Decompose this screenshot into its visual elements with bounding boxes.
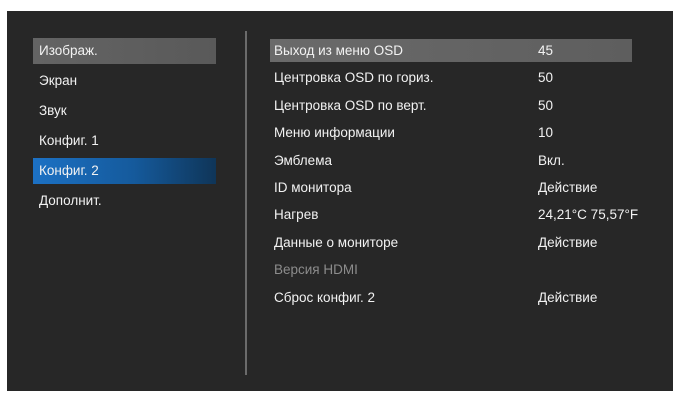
- setting-value: Действие: [538, 289, 598, 305]
- menu-item-label: Конфиг. 1: [39, 133, 99, 148]
- menu-item-audio[interactable]: Звук: [33, 98, 216, 124]
- setting-label: Меню информации: [274, 125, 395, 141]
- setting-value: Действие: [538, 179, 598, 195]
- setting-row-heat-status[interactable]: Нагрев 24,21°C 75,57°F: [270, 203, 638, 226]
- menu-divider: [245, 31, 247, 375]
- setting-value: 45: [538, 43, 554, 58]
- setting-row-logo[interactable]: Эмблема Вкл.: [270, 149, 632, 172]
- setting-value: 50: [538, 97, 554, 113]
- setting-label: Данные о мониторе: [274, 234, 399, 250]
- setting-row-osd-h-position[interactable]: Центровка OSD по гориз. 50: [270, 66, 632, 89]
- menu-item-label: Изображ.: [39, 43, 98, 58]
- menu-item-picture[interactable]: Изображ.: [33, 38, 216, 64]
- setting-value: Вкл.: [538, 152, 565, 168]
- setting-label: Центровка OSD по верт.: [274, 97, 427, 113]
- setting-value: 10: [538, 125, 554, 141]
- setting-label: Выход из меню OSD: [274, 43, 404, 58]
- setting-row-monitor-information[interactable]: Данные о мониторе Действие: [270, 231, 632, 254]
- setting-label: ID монитора: [274, 179, 352, 195]
- setting-value: Действие: [538, 234, 598, 250]
- settings-list: Выход из меню OSD 45 Центровка OSD по го…: [270, 39, 638, 313]
- setting-row-reset-config-2[interactable]: Сброс конфиг. 2 Действие: [270, 286, 632, 309]
- setting-row-osd-turn-off[interactable]: Выход из меню OSD 45: [270, 39, 632, 62]
- setting-label: Версия HDMI: [274, 262, 358, 278]
- osd-menu-panel: Изображ. Экран Звук Конфиг. 1 Конфиг. 2 …: [7, 11, 673, 391]
- menu-item-label: Экран: [39, 73, 78, 88]
- setting-label: Эмблема: [274, 152, 332, 168]
- menu-item-config-1[interactable]: Конфиг. 1: [33, 128, 216, 154]
- setting-label: Центровка OSD по гориз.: [274, 70, 434, 86]
- setting-row-osd-v-position[interactable]: Центровка OSD по верт. 50: [270, 94, 632, 117]
- setting-row-information-osd[interactable]: Меню информации 10: [270, 121, 632, 144]
- menu-item-label: Дополнит.: [39, 193, 102, 208]
- menu-item-advanced[interactable]: Дополнит.: [33, 188, 216, 214]
- setting-row-hdmi-version: Версия HDMI: [270, 258, 632, 281]
- menu-item-label: Звук: [39, 103, 67, 118]
- setting-value: 50: [538, 70, 554, 86]
- menu-item-screen[interactable]: Экран: [33, 68, 216, 94]
- setting-row-monitor-id[interactable]: ID монитора Действие: [270, 176, 632, 199]
- menu-item-label: Конфиг. 2: [39, 163, 99, 178]
- menu-item-config-2[interactable]: Конфиг. 2: [33, 158, 216, 184]
- setting-value: 24,21°C 75,57°F: [538, 207, 639, 223]
- setting-label: Нагрев: [274, 207, 319, 223]
- setting-label: Сброс конфиг. 2: [274, 289, 375, 305]
- category-menu: Изображ. Экран Звук Конфиг. 1 Конфиг. 2 …: [33, 38, 216, 218]
